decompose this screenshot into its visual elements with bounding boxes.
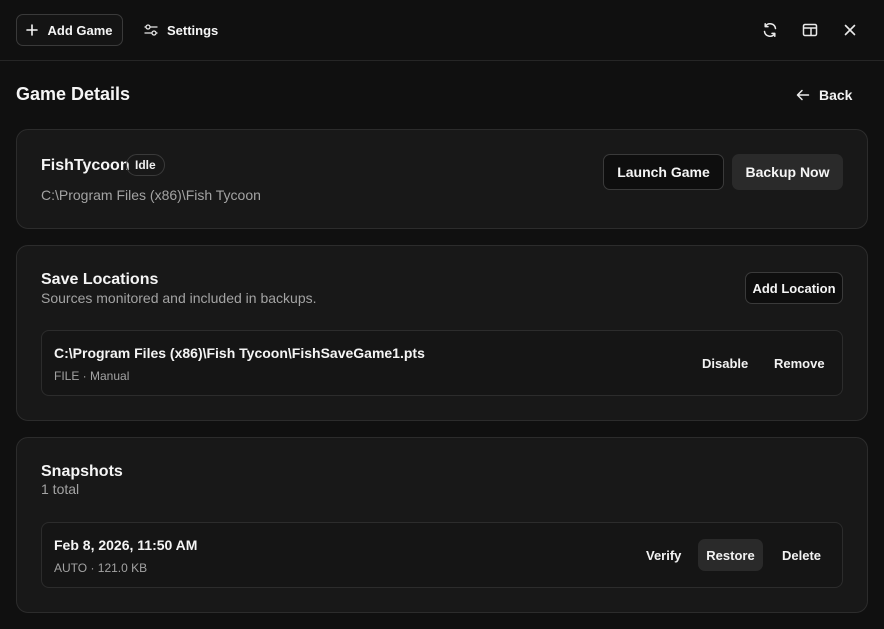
- snapshots-count: 1 total: [41, 481, 80, 497]
- add-game-button[interactable]: Add Game: [16, 14, 123, 46]
- settings-label: Settings: [167, 22, 219, 38]
- delete-button[interactable]: Delete: [770, 539, 833, 571]
- snapshots-title: Snapshots: [41, 463, 123, 480]
- launch-game-button[interactable]: Launch Game: [603, 154, 724, 190]
- save-location-meta: FILE · Manual: [54, 369, 130, 383]
- restore-button[interactable]: Restore: [698, 539, 763, 571]
- page-title: Game Details: [16, 84, 131, 104]
- layout-icon: [802, 22, 818, 38]
- add-game-label: Add Game: [47, 22, 113, 38]
- verify-button[interactable]: Verify: [634, 539, 693, 571]
- disable-button[interactable]: Disable: [690, 347, 760, 379]
- status-badge: Idle: [126, 154, 165, 176]
- plus-icon: [26, 24, 39, 36]
- remove-button[interactable]: Remove: [762, 347, 837, 379]
- arrow-left-icon: [796, 89, 810, 101]
- backup-now-button[interactable]: Backup Now: [732, 154, 843, 190]
- back-button[interactable]: Back: [796, 82, 852, 108]
- snapshot-date: Feb 8, 2026, 11:50 AM: [54, 537, 198, 553]
- game-info-card: FishTycoon Idle C:\Program Files (x86)\F…: [16, 129, 868, 229]
- back-label: Back: [819, 87, 853, 103]
- save-locations-subtitle: Sources monitored and included in backup…: [41, 290, 317, 306]
- refresh-icon: [762, 22, 778, 38]
- game-path: C:\Program Files (x86)\Fish Tycoon: [41, 187, 261, 203]
- snapshots-card: Snapshots 1 total Feb 8, 2026, 11:50 AM …: [16, 437, 868, 613]
- sliders-icon: [144, 24, 158, 36]
- save-location-row: C:\Program Files (x86)\Fish Tycoon\FishS…: [41, 330, 843, 396]
- save-locations-title: Save Locations: [41, 271, 159, 288]
- layout-button[interactable]: [798, 18, 822, 42]
- snapshot-meta: AUTO · 121.0 KB: [54, 561, 148, 575]
- save-location-path: C:\Program Files (x86)\Fish Tycoon\FishS…: [54, 345, 425, 361]
- save-locations-card: Save Locations Sources monitored and inc…: [16, 245, 868, 421]
- close-button[interactable]: [838, 18, 862, 42]
- snapshot-row: Feb 8, 2026, 11:50 AM AUTO · 121.0 KB Ve…: [41, 522, 843, 588]
- add-location-button[interactable]: Add Location: [745, 272, 843, 304]
- top-bar: Add Game Settings: [0, 0, 884, 61]
- refresh-button[interactable]: [758, 18, 782, 42]
- close-icon: [843, 23, 857, 37]
- game-name: FishTycoon: [41, 157, 130, 174]
- settings-button[interactable]: Settings: [140, 14, 222, 46]
